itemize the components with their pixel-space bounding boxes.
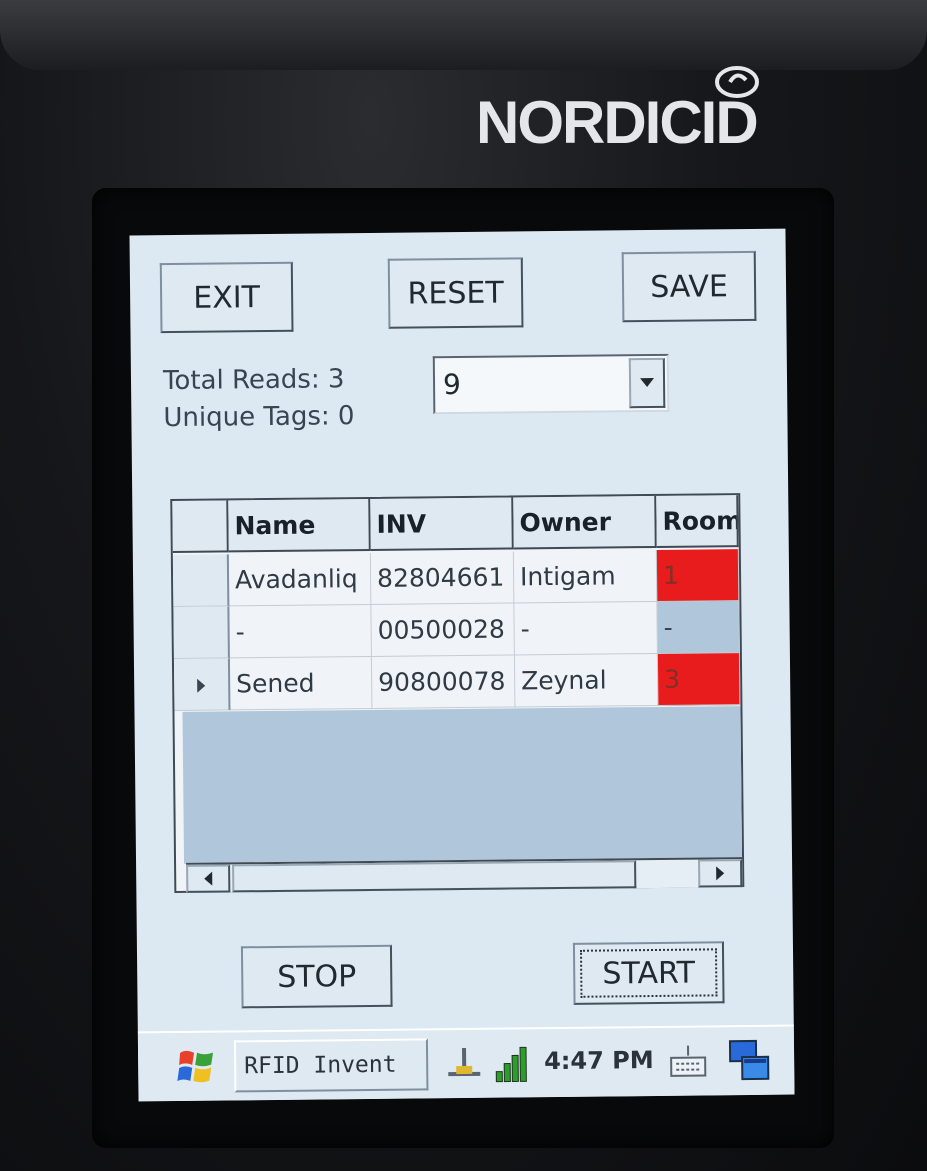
chevron-down-icon <box>640 377 655 388</box>
cell-name[interactable]: Sened <box>229 656 373 711</box>
total-reads-label: Total Reads: 3 <box>162 364 345 397</box>
column-header-owner[interactable]: Owner <box>513 495 657 550</box>
unique-tags-label: Unique Tags: 0 <box>163 401 355 434</box>
inventory-grid: Name INV Owner Room Avadanliq 82804661 I… <box>170 493 745 894</box>
keyboard-icon[interactable] <box>668 1041 708 1081</box>
table-row[interactable]: Sened 90800078 Zeynal 3 <box>173 653 741 712</box>
column-header-inv[interactable]: INV <box>370 497 514 551</box>
save-button[interactable]: SAVE <box>621 250 757 323</box>
cell-inv[interactable]: 90800078 <box>371 655 516 709</box>
signal-strength-icon[interactable] <box>494 1043 528 1083</box>
focus-rectangle <box>579 948 718 998</box>
exit-button[interactable]: EXIT <box>159 261 294 334</box>
cell-room[interactable]: - <box>657 601 740 654</box>
column-header-name[interactable]: Name <box>228 498 371 553</box>
current-row-arrow-icon <box>197 678 206 693</box>
taskbar: RFID Invent 4:47 PM <box>137 1024 795 1102</box>
taskbar-app-button[interactable]: RFID Invent <box>233 1038 429 1093</box>
cell-room[interactable]: 1 <box>656 549 740 602</box>
clock[interactable]: 4:47 PM <box>544 1046 654 1075</box>
cell-room[interactable]: 3 <box>657 653 741 706</box>
room-dropdown[interactable]: 9 <box>432 353 670 415</box>
row-selector[interactable] <box>173 606 230 660</box>
horizontal-scrollbar[interactable] <box>186 857 743 893</box>
scroll-right-button[interactable] <box>698 859 743 888</box>
cell-owner[interactable]: - <box>514 601 658 656</box>
device-screen: EXIT RESET SAVE Total Reads: 3 Unique Ta… <box>129 228 795 1102</box>
windows-start-icon[interactable] <box>176 1047 216 1087</box>
grid-empty-area <box>182 706 745 864</box>
cell-inv[interactable]: 82804661 <box>370 551 515 605</box>
cell-owner[interactable]: Intigam <box>513 549 658 604</box>
cell-owner[interactable]: Zeynal <box>514 653 659 708</box>
reset-button[interactable]: RESET <box>387 257 524 329</box>
start-button[interactable]: START <box>572 941 725 1005</box>
cell-inv[interactable]: 00500028 <box>371 603 515 657</box>
handheld-device: NORDICID EXIT RESET SAVE Total Reads: 3 … <box>0 0 927 1171</box>
scroll-thumb[interactable] <box>232 860 637 893</box>
row-selector-current[interactable] <box>173 658 231 712</box>
chevron-left-icon <box>204 871 213 886</box>
row-selector[interactable] <box>172 554 230 608</box>
table-row[interactable]: - 00500028 - - <box>173 601 740 660</box>
device-top-band <box>0 0 927 70</box>
desktop-icon[interactable] <box>728 1039 770 1083</box>
header-row-selector <box>172 500 229 554</box>
grid-header-row: Name INV Owner Room <box>172 495 739 554</box>
table-row[interactable]: Avadanliq 82804661 Intigam 1 <box>172 549 740 608</box>
cell-name[interactable]: Avadanliq <box>228 552 372 607</box>
column-header-room[interactable]: Room <box>656 495 739 548</box>
room-dropdown-value: 9 <box>442 367 462 402</box>
read-stats: Total Reads: 3 Unique Tags: 0 <box>163 361 355 437</box>
cell-name[interactable]: - <box>229 604 372 659</box>
chevron-right-icon <box>716 866 725 881</box>
scroll-left-button[interactable] <box>186 864 231 893</box>
usb-connection-icon[interactable] <box>444 1044 484 1084</box>
device-brand-logo: NORDICID <box>476 89 759 156</box>
stop-button[interactable]: STOP <box>240 944 393 1009</box>
dropdown-arrow-button[interactable] <box>628 357 666 409</box>
